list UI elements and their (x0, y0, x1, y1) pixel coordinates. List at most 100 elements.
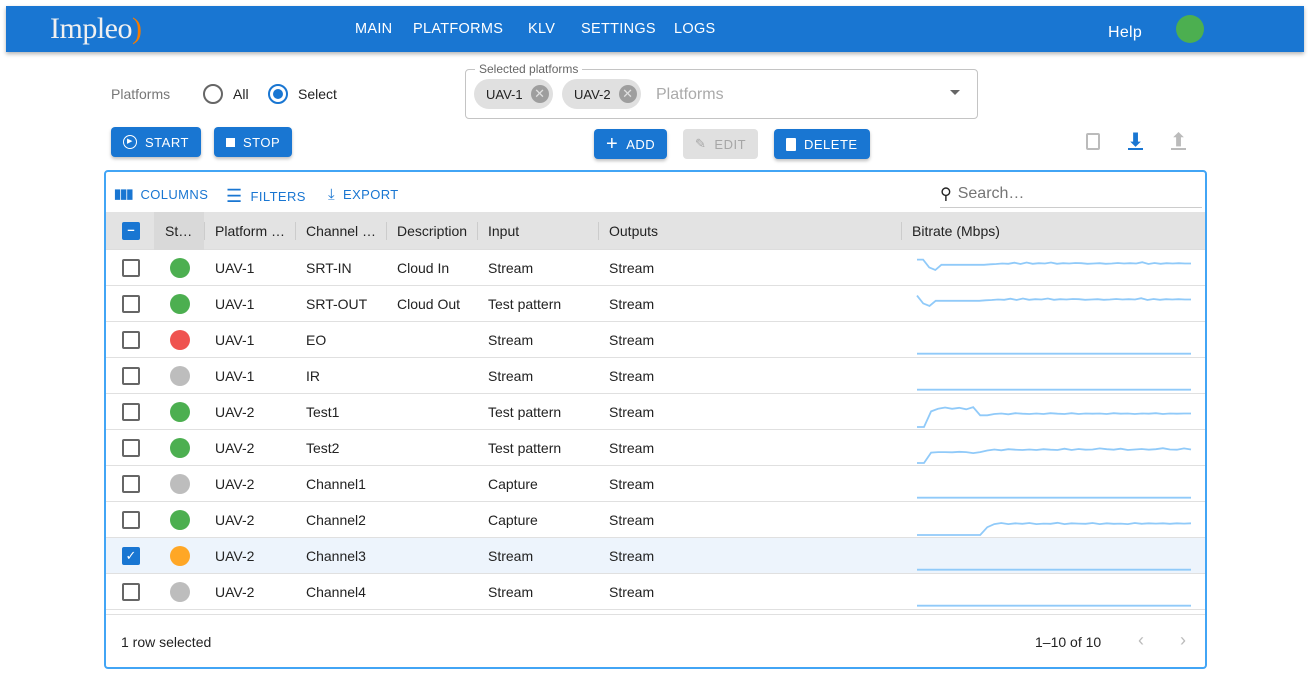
row-checkbox[interactable] (122, 510, 140, 529)
table-row[interactable]: UAV-1 EO Stream Stream (106, 322, 1205, 358)
row-checkbox[interactable]: ✓ (122, 546, 140, 565)
table-row[interactable]: UAV-2 Test2 Test pattern Stream (106, 430, 1205, 466)
cell-outputs: Stream (609, 547, 655, 564)
radio-all[interactable]: All (203, 84, 249, 104)
pencil-icon: ✎ (695, 136, 707, 151)
cell-channel: SRT-OUT (306, 295, 368, 312)
pagination-range: 1–10 of 10 (1035, 634, 1102, 650)
cell-platform: UAV-1 (215, 295, 255, 312)
col-input[interactable]: Input (488, 212, 519, 249)
cell-channel: IR (306, 367, 320, 384)
stop-button[interactable]: STOP (214, 127, 293, 157)
edit-button[interactable]: ✎ EDIT (683, 129, 759, 159)
start-button[interactable]: ▶ START (111, 127, 201, 157)
col-channel[interactable]: Channel … (306, 212, 376, 249)
row-checkbox[interactable] (122, 474, 140, 493)
export-button[interactable]: ⤓ EXPORT (328, 186, 399, 203)
cell-outputs: Stream (609, 295, 655, 312)
cell-input: Test pattern (488, 403, 562, 420)
logo: Impleo) (50, 12, 142, 45)
add-button[interactable]: + ADD (594, 129, 668, 159)
avatar[interactable] (1176, 15, 1204, 43)
chevron-right-icon[interactable]: › (1180, 630, 1186, 651)
select-legend: Selected platforms (475, 62, 583, 76)
cell-input: Stream (488, 367, 534, 384)
cell-outputs: Stream (609, 511, 655, 528)
row-checkbox[interactable] (122, 582, 140, 601)
table-row[interactable]: UAV-2 Test1 Test pattern Stream (106, 394, 1205, 430)
row-checkbox[interactable] (122, 330, 140, 349)
col-bitrate[interactable]: Bitrate (Mbps) (912, 212, 1000, 249)
upload-icon[interactable]: ⬆ (1171, 131, 1187, 150)
platforms-label: Platforms (111, 86, 171, 102)
radio-select[interactable]: Select (268, 84, 337, 104)
delete-button[interactable]: DELETE (774, 129, 870, 159)
cell-input: Test pattern (488, 295, 562, 312)
help-link[interactable]: Help (1108, 24, 1142, 42)
cell-outputs: Stream (609, 367, 655, 384)
play-circle-icon: ▶ (123, 135, 137, 149)
col-status[interactable]: St… (165, 212, 192, 249)
copy-icon[interactable] (1086, 133, 1100, 150)
close-icon[interactable]: ✕ (530, 85, 549, 103)
nav-klv[interactable]: KLV (528, 21, 555, 37)
platforms-select[interactable]: Selected platforms UAV-1 ✕ UAV-2 ✕ Platfor… (465, 62, 978, 119)
search-field[interactable]: ⚲ (940, 180, 1202, 208)
cell-platform: UAV-1 (215, 367, 255, 384)
search-input[interactable] (957, 184, 1178, 203)
add-label: ADD (626, 136, 656, 152)
table-row[interactable]: UAV-2 Channel1 Capture Stream (106, 466, 1205, 502)
chip-uav-1[interactable]: UAV-1 ✕ (474, 79, 553, 109)
table-row[interactable]: ✓ UAV-2 Channel3 Stream Stream (106, 538, 1205, 574)
select-placeholder: Platforms (656, 86, 724, 103)
table-row[interactable]: UAV-1 SRT-OUT Cloud Out Test pattern Str… (106, 286, 1205, 322)
bitrate-sparkline (917, 447, 1192, 464)
status-indicator (170, 509, 190, 530)
table-row[interactable]: UAV-2 Channel4 Stream Stream (106, 574, 1205, 610)
table-row[interactable]: UAV-1 SRT-IN Cloud In Stream Stream (106, 250, 1205, 286)
row-checkbox[interactable] (122, 402, 140, 421)
nav-logs[interactable]: LOGS (674, 21, 716, 37)
cell-platform: UAV-2 (215, 583, 255, 600)
cell-channel: Channel4 (306, 583, 366, 600)
row-checkbox[interactable] (122, 258, 140, 277)
col-outputs[interactable]: Outputs (609, 212, 658, 249)
table-row[interactable]: UAV-2 Channel2 Capture Stream (106, 502, 1205, 538)
cell-channel: Channel1 (306, 475, 366, 492)
radio-icon (203, 84, 223, 104)
cell-outputs: Stream (609, 475, 655, 492)
chip-label: UAV-2 (574, 86, 611, 102)
select-all-checkbox[interactable]: – (122, 221, 140, 240)
bitrate-sparkline (917, 521, 1192, 536)
nav-platforms[interactable]: PLATFORMS (413, 21, 503, 37)
cell-input: Capture (488, 475, 538, 492)
divider (598, 222, 599, 240)
divider (386, 222, 387, 240)
close-icon[interactable]: ✕ (618, 85, 637, 103)
row-checkbox[interactable] (122, 294, 140, 313)
cell-description: Cloud Out (397, 295, 461, 312)
nav-settings[interactable]: SETTINGS (581, 21, 656, 37)
col-platform[interactable]: Platform … (215, 212, 285, 249)
divider (901, 222, 902, 240)
status-indicator (170, 293, 190, 314)
cell-platform: UAV-2 (215, 403, 255, 420)
cell-platform: UAV-2 (215, 547, 255, 564)
chip-uav-2[interactable]: UAV-2 ✕ (562, 79, 641, 109)
nav-main[interactable]: MAIN (355, 21, 392, 37)
cell-description: Cloud In (397, 259, 450, 276)
filters-button[interactable]: ☰ FILTERS (226, 186, 306, 207)
radio-checked-icon (268, 84, 288, 104)
chevron-down-icon[interactable] (950, 90, 960, 95)
row-checkbox[interactable] (122, 366, 140, 385)
row-checkbox[interactable] (122, 438, 140, 457)
status-indicator (170, 437, 190, 458)
sparkline-line (916, 295, 1191, 308)
chevron-left-icon[interactable]: ‹ (1138, 630, 1144, 651)
columns-button[interactable]: ▮▮▮ COLUMNS (114, 186, 208, 202)
table-row[interactable]: UAV-1 IR Stream Stream (106, 358, 1205, 394)
col-description[interactable]: Description (397, 212, 467, 249)
bitrate-sparkline (917, 406, 1191, 428)
download-icon[interactable]: ⬇ (1128, 131, 1144, 150)
cell-platform: UAV-1 (215, 331, 255, 348)
